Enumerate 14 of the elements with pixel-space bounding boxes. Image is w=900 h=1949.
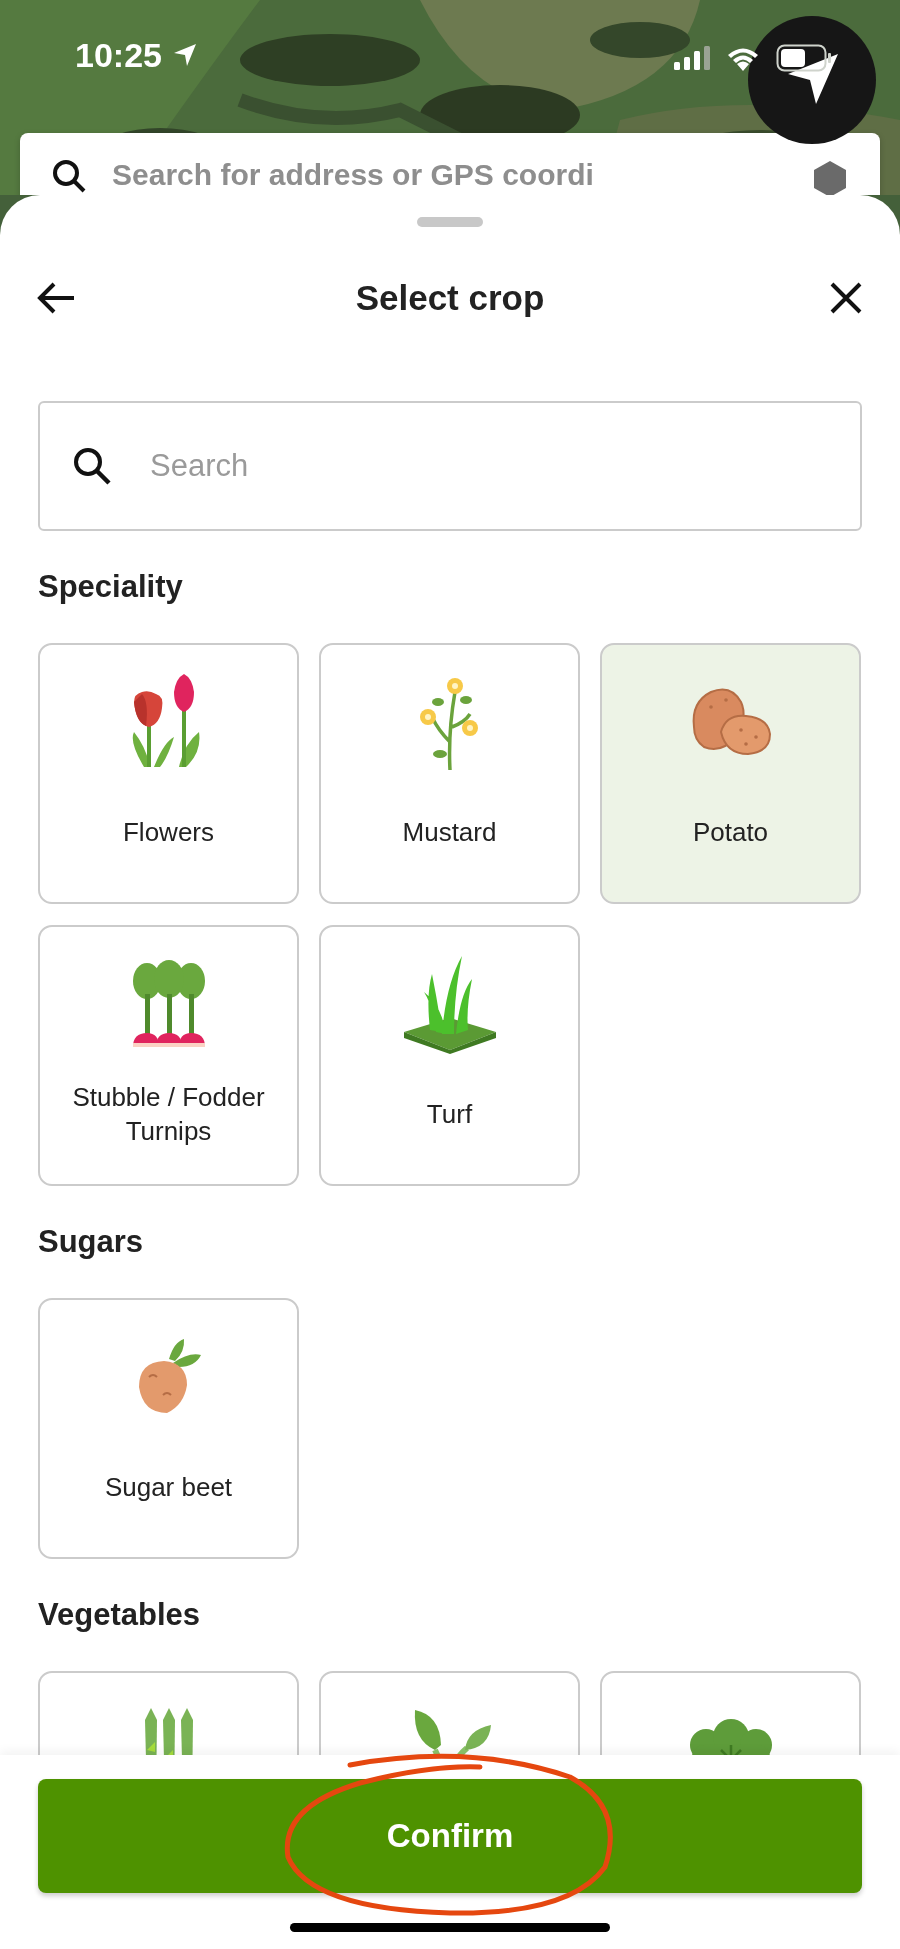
search-field[interactable]: Search [38, 401, 862, 531]
crop-tile[interactable]: Flowers [38, 643, 299, 904]
map-search-placeholder: Search for address or GPS coordi [112, 159, 594, 191]
crop-tile[interactable]: Potato [600, 643, 861, 904]
section-heading: Sugars [38, 1223, 145, 1261]
crop-tile[interactable]: Turf [319, 925, 580, 1186]
confirm-button[interactable]: Confirm [38, 1779, 862, 1893]
crop-tile[interactable]: Sugar beet [38, 1298, 299, 1559]
crop-tile[interactable]: Stubble / Fodder Turnips [38, 925, 299, 1186]
section-heading: Vegetables [38, 1596, 201, 1634]
status-time: 10:25 [75, 36, 162, 74]
section-heading: Speciality [38, 568, 184, 606]
crop-tile[interactable]: Mustard [319, 643, 580, 904]
sheet-title: Select crop [354, 278, 546, 318]
